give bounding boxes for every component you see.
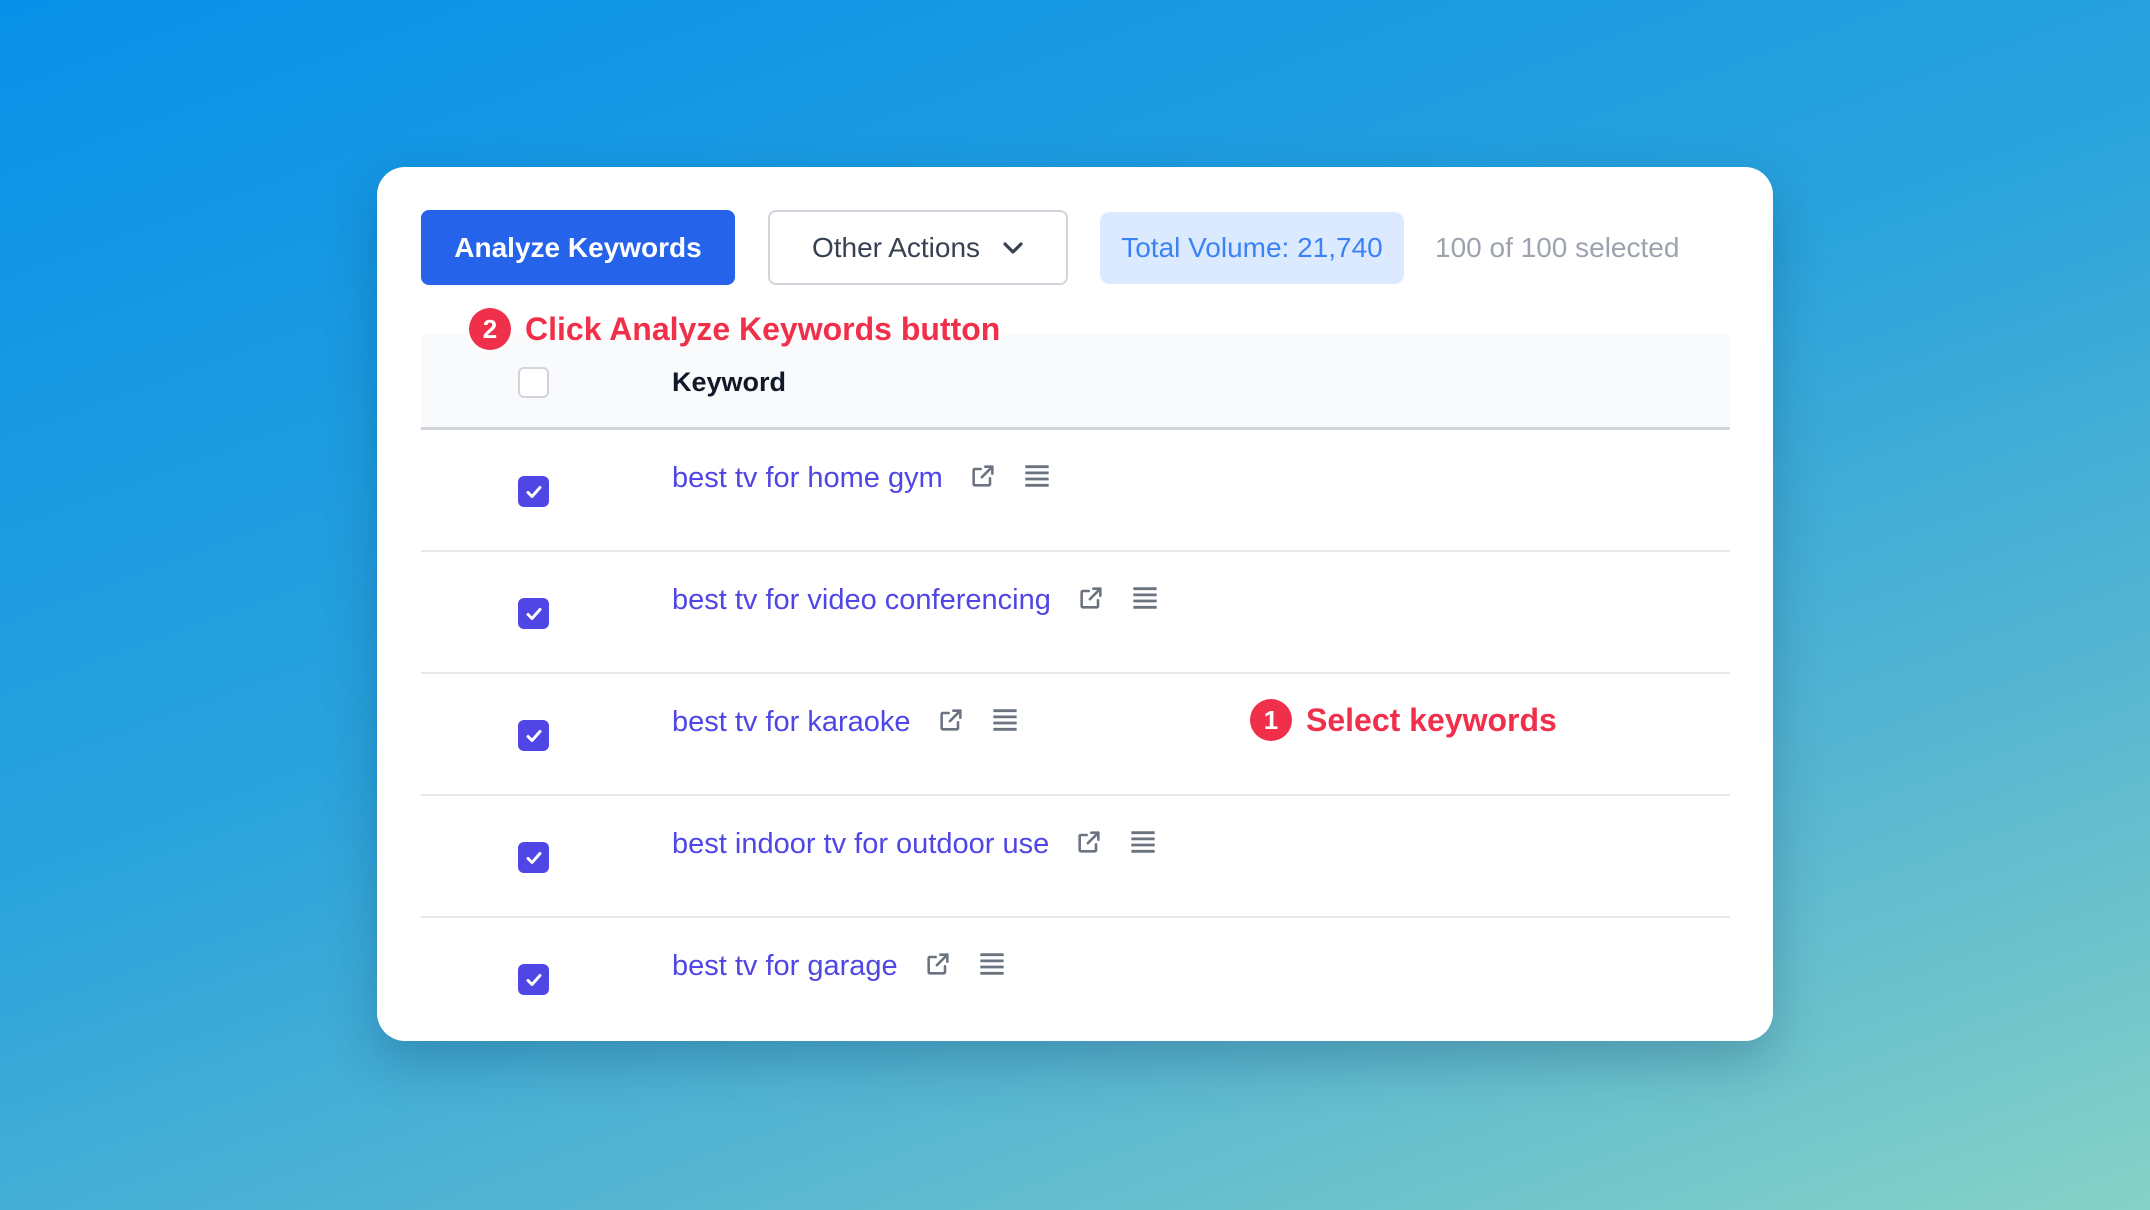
chevron-down-icon: [1003, 241, 1023, 254]
external-link-icon[interactable]: [1075, 828, 1103, 861]
keyword-link[interactable]: best tv for karaoke: [672, 706, 911, 739]
annotation-number: 1: [1250, 699, 1292, 741]
external-link-icon[interactable]: [937, 706, 965, 739]
selection-count: 100 of 100 selected: [1435, 232, 1680, 263]
keywords-card: Analyze Keywords Other Actions Total Vol…: [377, 167, 1773, 1041]
table-row: best tv for video conferencing: [421, 552, 1730, 674]
select-all-checkbox[interactable]: [518, 367, 549, 398]
external-link-icon[interactable]: [924, 950, 952, 983]
row-checkbox[interactable]: [518, 598, 549, 629]
annotation-text: Click Analyze Keywords button: [525, 310, 1001, 347]
other-actions-label: Other Actions: [811, 231, 981, 263]
keyword-link[interactable]: best tv for garage: [672, 950, 898, 983]
check-icon: [526, 851, 541, 864]
row-checkbox[interactable]: [518, 842, 549, 873]
list-icon[interactable]: [978, 951, 1006, 982]
list-icon[interactable]: [1023, 463, 1051, 494]
check-icon: [526, 607, 541, 620]
annotation-step-1: 1 Select keywords: [1250, 699, 1557, 741]
external-link-icon[interactable]: [1077, 584, 1105, 617]
annotation-number: 2: [469, 308, 511, 350]
annotation-text: Select keywords: [1306, 701, 1557, 738]
total-volume-badge: Total Volume: 21,740: [1100, 212, 1404, 284]
keyword-link[interactable]: best tv for video conferencing: [672, 584, 1051, 617]
list-icon[interactable]: [1131, 585, 1159, 616]
check-icon: [526, 729, 541, 742]
check-icon: [526, 485, 541, 498]
other-actions-dropdown[interactable]: Other Actions: [768, 210, 1068, 285]
external-link-icon[interactable]: [969, 462, 997, 495]
annotation-step-2: 2 Click Analyze Keywords button: [469, 308, 1000, 350]
analyze-keywords-button[interactable]: Analyze Keywords: [421, 210, 735, 285]
keyword-link[interactable]: best indoor tv for outdoor use: [672, 828, 1049, 861]
keyword-link[interactable]: best tv for home gym: [672, 462, 943, 495]
list-icon[interactable]: [991, 707, 1019, 738]
row-checkbox[interactable]: [518, 476, 549, 507]
table-row: best indoor tv for outdoor use: [421, 796, 1730, 918]
row-checkbox[interactable]: [518, 964, 549, 995]
check-icon: [526, 973, 541, 986]
list-icon[interactable]: [1129, 829, 1157, 860]
table-row: best tv for garage: [421, 918, 1730, 1040]
table-row: best tv for home gym: [421, 430, 1730, 552]
row-checkbox[interactable]: [518, 720, 549, 751]
